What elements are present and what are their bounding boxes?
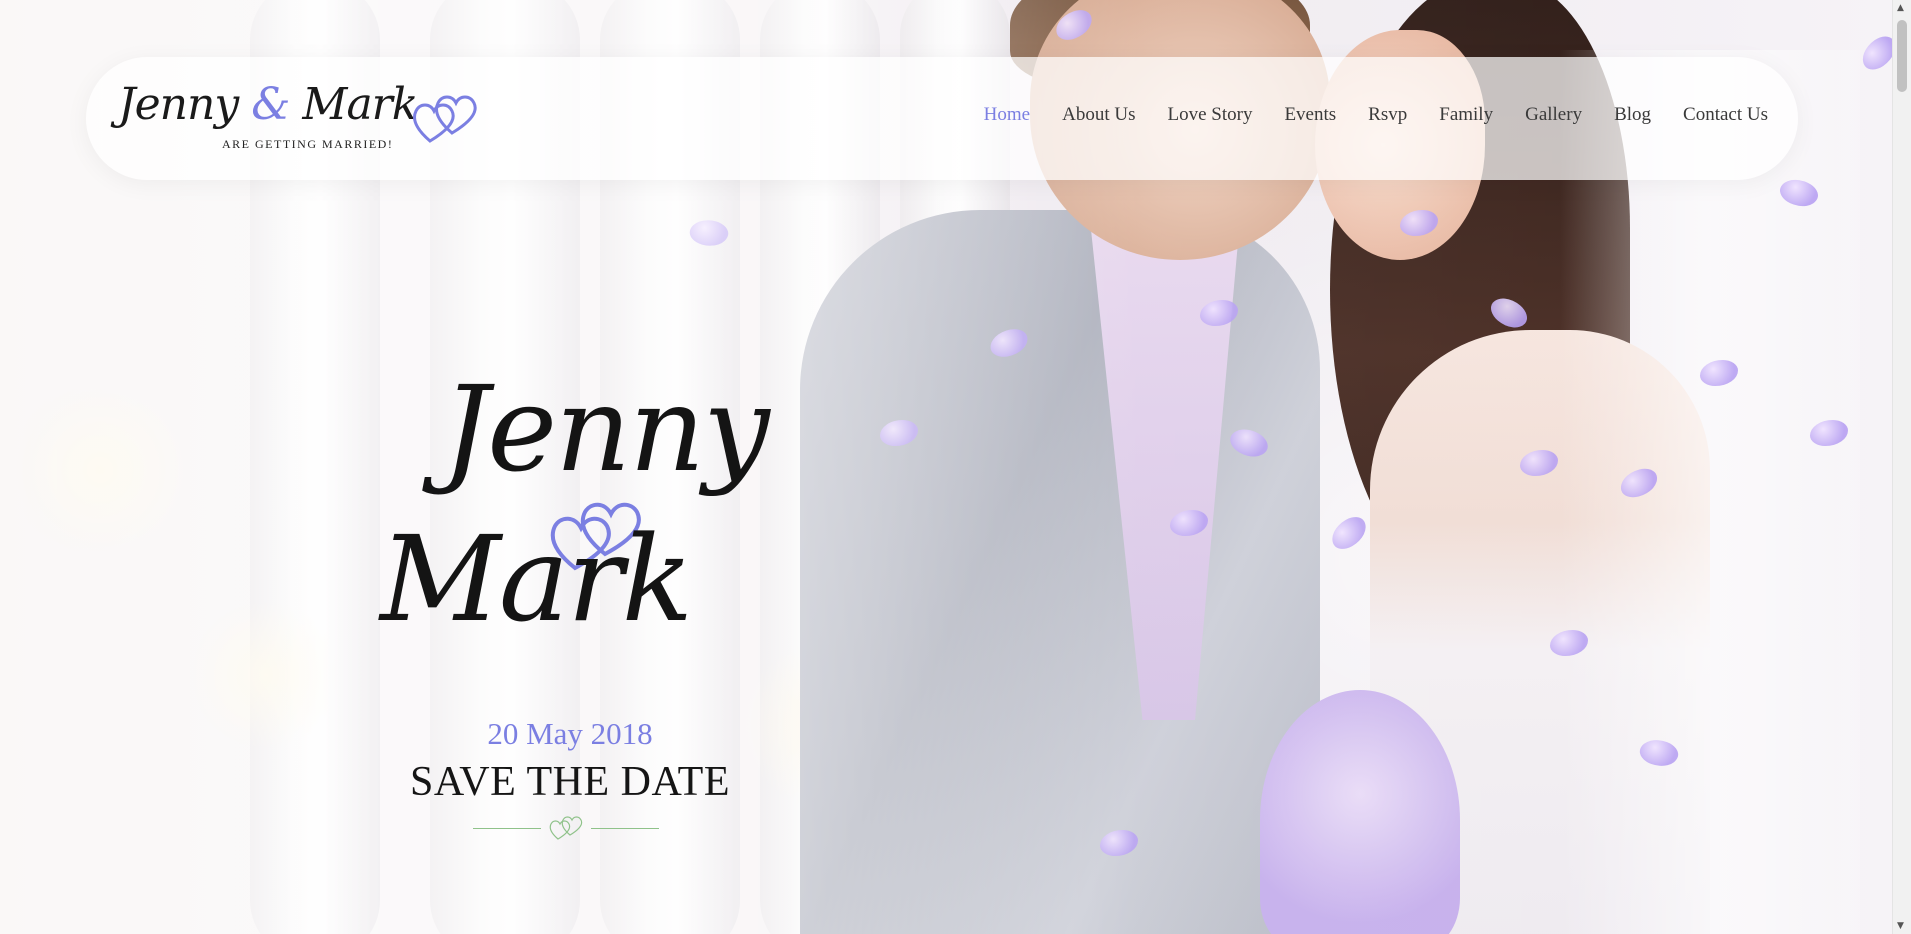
nav-rsvp[interactable]: Rsvp (1368, 104, 1407, 126)
scroll-up-arrow-icon[interactable]: ▲ (1897, 3, 1904, 13)
nav-gallery[interactable]: Gallery (1525, 104, 1582, 126)
nav-love-story[interactable]: Love Story (1167, 104, 1252, 126)
nav-about-us[interactable]: About Us (1062, 104, 1135, 126)
logo-tagline: ARE GETTING MARRIED! (222, 137, 394, 151)
hero-couple-names: Jenny Mark (380, 360, 770, 700)
nav-family[interactable]: Family (1439, 104, 1493, 126)
nav-home[interactable]: Home (984, 104, 1030, 126)
hero-name-second: Mark (380, 510, 693, 648)
ornament-divider (473, 815, 659, 845)
logo-name-first: Jenny (118, 79, 239, 130)
double-heart-icon (549, 816, 583, 840)
logo-names: Jenny & Mark (118, 79, 418, 130)
site-logo[interactable]: Jenny & Mark ARE GETTING MARRIED! (118, 79, 498, 163)
scrollbar-thumb[interactable] (1897, 20, 1907, 92)
page-scrollbar[interactable]: ▲ ▼ (1892, 0, 1911, 934)
scroll-down-arrow-icon[interactable]: ▼ (1897, 921, 1904, 931)
nav-events[interactable]: Events (1284, 104, 1336, 126)
logo-ampersand: & (251, 79, 290, 130)
save-the-date-heading: SAVE THE DATE (410, 759, 730, 805)
double-heart-icon (413, 95, 477, 143)
nav-blog[interactable]: Blog (1614, 104, 1651, 126)
divider-line-right (591, 828, 659, 829)
nav-contact-us[interactable]: Contact Us (1683, 104, 1768, 126)
site-header: Jenny & Mark ARE GETTING MARRIED! Home A… (86, 57, 1798, 180)
hero-name-first: Jenny (442, 360, 770, 498)
logo-name-second: Mark (302, 79, 418, 130)
divider-line-left (473, 828, 541, 829)
wedding-date: 20 May 2018 (487, 716, 653, 751)
main-navigation: Home About Us Love Story Events Rsvp Fam… (952, 104, 1768, 126)
